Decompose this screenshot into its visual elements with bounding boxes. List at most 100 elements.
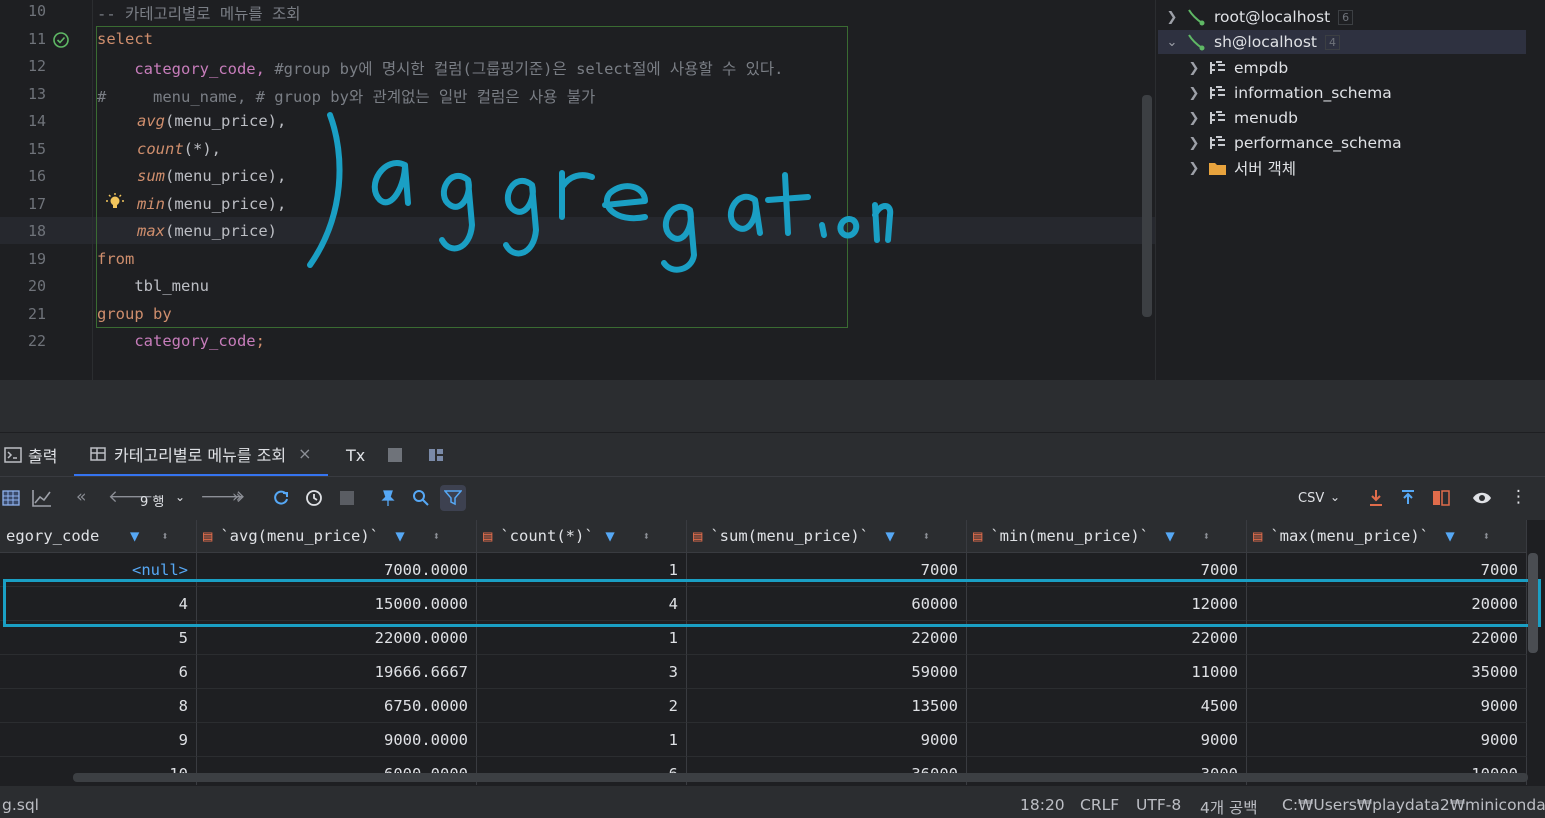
filter-icon[interactable]: ▼ — [885, 527, 894, 545]
table-cell[interactable]: 9000 — [687, 723, 967, 757]
table-cell[interactable]: 9 — [0, 723, 197, 757]
cursor-position[interactable]: 18:20 — [1020, 796, 1065, 814]
grid-horizontal-scrollbar[interactable] — [73, 773, 1528, 782]
chevron-down-icon[interactable]: ⌄ — [1330, 490, 1340, 504]
code-token: ; — [255, 332, 265, 350]
pin-icon[interactable] — [380, 489, 396, 507]
chevron-right-icon[interactable]: ❯ — [1164, 10, 1180, 25]
first-page-icon[interactable]: « — [76, 487, 86, 507]
more-options-icon[interactable]: ⋮ — [1510, 487, 1527, 507]
chevron-right-icon[interactable]: ❯ — [1186, 61, 1202, 76]
table-cell[interactable]: 59000 — [687, 655, 967, 689]
sort-icon[interactable]: ⬍ — [1203, 529, 1210, 543]
filter-toggle-button[interactable] — [440, 485, 466, 511]
column-type-icon: ▤ — [693, 527, 703, 545]
line-number: 21 — [27, 305, 46, 323]
stop-icon[interactable] — [340, 491, 354, 505]
column-header-count[interactable]: ▤ `count(*)` ▼ ⬍ — [477, 520, 687, 553]
tree-item-label: menudb — [1234, 109, 1298, 127]
line-number: 17 — [27, 195, 46, 213]
tree-item-performance-schema[interactable]: ❯ performance_schema — [1186, 131, 1402, 155]
tree-item-root-localhost[interactable]: ❯ root@localhost 6 — [1164, 5, 1354, 29]
column-header-sum[interactable]: ▤ `sum(menu_price)` ▼ ⬍ — [687, 520, 967, 553]
column-header-category-code[interactable]: egory_code ▼ ⬍ — [0, 520, 197, 553]
line-number: 15 — [27, 140, 46, 158]
chevron-right-icon[interactable]: ❯ — [1186, 111, 1202, 126]
tree-item-menudb[interactable]: ❯ menudb — [1186, 106, 1298, 130]
interpreter-path[interactable]: C:₩Users₩playdata2₩miniconda3 — [1282, 796, 1545, 814]
stop-icon[interactable] — [388, 433, 402, 477]
grid-vertical-scrollbar[interactable] — [1528, 553, 1538, 653]
tab-result[interactable]: 카테고리별로 메뉴를 조회 × — [74, 433, 328, 477]
chevron-down-icon[interactable]: ⌄ — [1164, 35, 1180, 50]
column-name: `avg(menu_price)` — [220, 527, 379, 545]
tab-label: Tx — [346, 445, 366, 465]
sort-icon[interactable]: ⬍ — [643, 529, 650, 543]
row-count[interactable]: 9 행 — [140, 491, 164, 510]
tree-item-server-objects[interactable]: ❯ 서버 객체 — [1186, 156, 1296, 180]
table-view-icon[interactable] — [2, 489, 20, 507]
table-cell[interactable]: 19666.6667 — [197, 655, 477, 689]
search-icon[interactable] — [412, 489, 430, 507]
layout-icon[interactable] — [428, 433, 444, 477]
table-cell[interactable]: 35000 — [1247, 655, 1527, 689]
chevron-right-icon[interactable]: ❯ — [1186, 161, 1202, 176]
result-grid[interactable]: egory_code ▼ ⬍ ▤ `avg(menu_price)` ▼ ⬍ ▤ `… — [0, 520, 1545, 785]
table-cell[interactable]: 8 — [0, 689, 197, 723]
upload-icon[interactable] — [1400, 489, 1416, 507]
tab-tx[interactable]: Tx — [346, 433, 365, 477]
table-cell[interactable]: 4500 — [967, 689, 1247, 723]
lightbulb-icon[interactable] — [106, 193, 124, 211]
editor-vertical-scrollbar[interactable] — [1142, 95, 1152, 317]
table-cell[interactable]: 2 — [477, 689, 687, 723]
tree-item-empdb[interactable]: ❯ empdb — [1186, 56, 1289, 80]
table-cell[interactable]: 6 — [0, 655, 197, 689]
indent-setting[interactable]: 4개 공백 — [1200, 796, 1258, 818]
download-icon[interactable] — [1368, 489, 1384, 507]
tree-item-information-schema[interactable]: ❯ information_schema — [1186, 81, 1392, 105]
table-cell[interactable]: 13500 — [687, 689, 967, 723]
chart-view-icon[interactable] — [32, 489, 52, 507]
view-eye-icon[interactable] — [1472, 490, 1492, 506]
table-cell[interactable]: 11000 — [967, 655, 1247, 689]
panel-splitter[interactable] — [0, 380, 1545, 432]
compare-icon[interactable] — [1432, 489, 1450, 507]
sort-icon[interactable]: ⬍ — [433, 529, 440, 543]
table-cell[interactable]: 9000.0000 — [197, 723, 477, 757]
column-header-max[interactable]: ▤ `max(menu_price)` ▼ ⬍ — [1247, 520, 1527, 553]
column-header-min[interactable]: ▤ `min(menu_price)` ▼ ⬍ — [967, 520, 1247, 553]
table-cell[interactable]: 9000 — [1247, 723, 1527, 757]
sql-editor[interactable]: 10 11 12 13 14 15 16 17 18 19 20 21 22 -… — [0, 0, 1155, 380]
file-encoding[interactable]: UTF-8 — [1136, 796, 1181, 814]
table-cell[interactable]: 9000 — [967, 723, 1247, 757]
table-cell[interactable]: 9000 — [1247, 689, 1527, 723]
chevron-down-icon[interactable]: ⌄ — [175, 490, 185, 504]
filter-icon[interactable]: ▼ — [395, 527, 404, 545]
chevron-right-icon[interactable]: ❯ — [1186, 136, 1202, 151]
sort-icon[interactable]: ⬍ — [923, 529, 930, 543]
table-cell[interactable]: 3 — [477, 655, 687, 689]
filter-icon[interactable]: ▼ — [1165, 527, 1174, 545]
code-line-20: tbl_menu — [97, 277, 209, 295]
filter-icon[interactable]: ▼ — [1445, 527, 1454, 545]
chevron-right-icon[interactable]: ❯ — [1186, 86, 1202, 101]
export-format[interactable]: CSV — [1298, 491, 1324, 506]
sort-icon[interactable]: ⬍ — [1483, 529, 1490, 543]
sort-icon[interactable]: ⬍ — [161, 529, 168, 543]
file-name[interactable]: g.sql — [2, 796, 39, 814]
history-icon[interactable] — [305, 489, 323, 507]
column-header-avg[interactable]: ▤ `avg(menu_price)` ▼ ⬍ — [197, 520, 477, 553]
last-page-icon[interactable]: » — [232, 487, 242, 507]
table-cell[interactable]: 1 — [477, 723, 687, 757]
filter-icon[interactable]: ▼ — [605, 527, 614, 545]
filter-icon[interactable]: ▼ — [130, 527, 139, 545]
column-name: `count(*)` — [500, 527, 594, 545]
close-icon[interactable]: × — [298, 444, 311, 463]
run-check-icon[interactable] — [52, 31, 70, 49]
tree-item-sh-localhost[interactable]: ⌄ sh@localhost 4 — [1158, 30, 1526, 54]
table-cell[interactable]: 6750.0000 — [197, 689, 477, 723]
line-separator[interactable]: CRLF — [1080, 796, 1119, 814]
tab-output[interactable]: 출력 — [4, 433, 57, 477]
code-comment: #group by에 명시한 컬럼(그룹핑기준)은 select절에 사용할 수… — [274, 60, 784, 78]
refresh-icon[interactable] — [272, 489, 290, 507]
